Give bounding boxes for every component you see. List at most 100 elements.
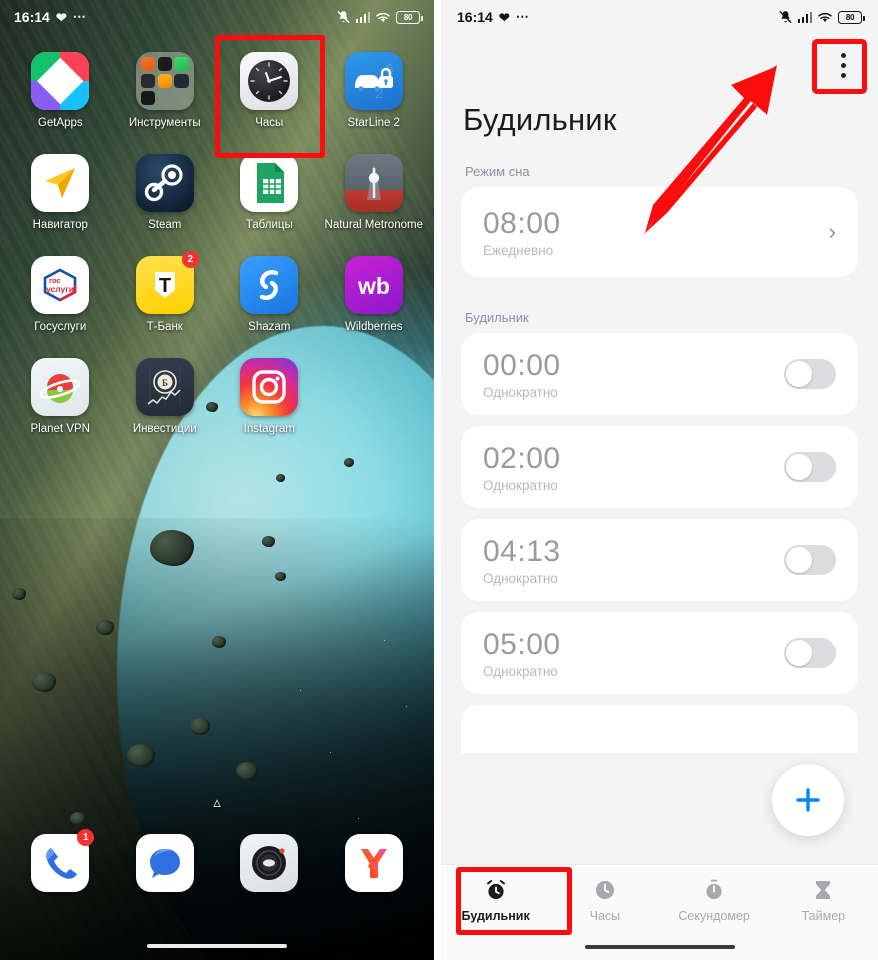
app-label: Steam bbox=[148, 219, 182, 231]
app-label: Shazam bbox=[248, 321, 291, 333]
alarm-repeat: Однократно bbox=[483, 384, 558, 400]
app-navigator[interactable]: Навигатор bbox=[8, 146, 113, 232]
alarm-toggle[interactable] bbox=[784, 545, 836, 575]
ellipsis-icon: ⋯ bbox=[72, 9, 87, 24]
add-alarm-button[interactable] bbox=[772, 764, 844, 836]
app-label: Natural Metronome bbox=[324, 219, 423, 231]
battery-level: 80 bbox=[845, 12, 855, 22]
cellular-signal-icon bbox=[355, 11, 370, 23]
dock-yandex[interactable] bbox=[322, 826, 427, 892]
cellular-signal-icon bbox=[797, 11, 812, 23]
app-label: GetApps bbox=[37, 117, 83, 129]
messages-icon bbox=[135, 834, 194, 892]
app-planet-vpn[interactable]: Planet VPN bbox=[8, 350, 113, 436]
notification-badge: 2 bbox=[181, 251, 199, 268]
alarm-row[interactable]: 04:13 Однократно bbox=[461, 519, 858, 601]
chevron-up-icon[interactable]: ▵ bbox=[0, 793, 434, 811]
dock-camera[interactable] bbox=[217, 826, 322, 892]
alarm-repeat: Однократно bbox=[483, 477, 558, 493]
chevron-right-icon[interactable]: › bbox=[829, 221, 836, 243]
app-instagram[interactable]: Instagram bbox=[217, 350, 322, 436]
alarm-toggle[interactable] bbox=[784, 452, 836, 482]
bell-muted-icon bbox=[778, 10, 793, 24]
svg-text:Б: Б bbox=[162, 378, 168, 388]
alarm-repeat: Однократно bbox=[483, 663, 558, 679]
alarm-toggle[interactable] bbox=[784, 359, 836, 389]
navigator-icon bbox=[31, 154, 90, 212]
starline-icon: 6 2 bbox=[344, 52, 403, 110]
app-wildberries[interactable]: wb Wildberries bbox=[322, 248, 427, 334]
ellipsis-icon: ⋯ bbox=[515, 9, 530, 24]
notification-badge: 1 bbox=[77, 829, 95, 846]
status-time: 16:14 bbox=[14, 9, 50, 25]
hourglass-icon bbox=[811, 877, 835, 903]
alarm-time: 08:00 bbox=[483, 206, 561, 240]
heart-icon: ❤ bbox=[55, 9, 67, 25]
alarm-toggle[interactable] bbox=[784, 638, 836, 668]
alarm-row-partial[interactable] bbox=[461, 705, 858, 753]
app-row: гос услуги Госуслуги T 2 Т-Банк Shazam w… bbox=[8, 248, 426, 334]
app-tbank[interactable]: T 2 Т-Банк bbox=[113, 248, 218, 334]
battery-level: 80 bbox=[403, 12, 413, 22]
alarm-app-screen: 16:14 ❤ ⋯ 80 Будильник Режим сна 08:00 Е… bbox=[441, 0, 878, 960]
dock: 1 bbox=[0, 826, 434, 892]
yandex-browser-icon bbox=[344, 834, 403, 892]
app-label: StarLine 2 bbox=[347, 117, 400, 129]
app-shazam[interactable]: Shazam bbox=[217, 248, 322, 334]
app-steam[interactable]: Steam bbox=[113, 146, 218, 232]
alarm-row[interactable]: 05:00 Однократно bbox=[461, 612, 858, 694]
app-label: Planet VPN bbox=[30, 423, 90, 435]
google-sheets-icon bbox=[240, 154, 299, 212]
alarm-status-bar: 16:14 ❤ ⋯ 80 bbox=[441, 0, 878, 34]
nav-label: Таймер bbox=[801, 909, 846, 923]
app-label: Госуслуги bbox=[34, 321, 87, 333]
home-indicator[interactable] bbox=[147, 944, 287, 948]
shazam-icon bbox=[240, 256, 299, 314]
app-getapps[interactable]: GetApps bbox=[8, 44, 113, 130]
wifi-icon bbox=[817, 11, 833, 23]
app-folder-tools[interactable]: Инструменты bbox=[113, 44, 218, 130]
stopwatch-icon bbox=[702, 877, 726, 903]
app-label: Instagram bbox=[243, 423, 295, 435]
app-row: Planet VPN Б Инвестиции Instagram bbox=[8, 350, 426, 436]
app-investments[interactable]: Б Инвестиции bbox=[113, 350, 218, 436]
home-indicator[interactable] bbox=[584, 944, 735, 949]
svg-text:wb: wb bbox=[357, 273, 390, 299]
alarm-repeat: Однократно bbox=[483, 570, 558, 586]
investments-icon: Б bbox=[135, 358, 194, 416]
svg-text:T: T bbox=[159, 275, 171, 297]
panel-divider bbox=[434, 0, 441, 960]
app-starline[interactable]: 6 2 StarLine 2 bbox=[322, 44, 427, 130]
alarm-row[interactable]: 02:00 Однократно bbox=[461, 426, 858, 508]
clock-face-icon bbox=[593, 877, 617, 903]
app-metronome[interactable]: Natural Metronome bbox=[322, 146, 427, 232]
app-sheets[interactable]: Таблицы bbox=[217, 146, 322, 232]
dock-phone[interactable]: 1 bbox=[8, 826, 113, 892]
annotation-arrow bbox=[643, 65, 777, 235]
home-screen: 16:14 ❤ ⋯ 80 GetApps Инструменты Часы 6 … bbox=[0, 0, 434, 960]
getapps-icon bbox=[31, 52, 90, 110]
bell-muted-icon bbox=[336, 10, 351, 24]
app-empty-slot bbox=[322, 350, 427, 436]
section-label-alarms: Будильник bbox=[465, 310, 529, 325]
app-label: Wildberries bbox=[344, 321, 403, 333]
nav-tab-timer[interactable]: Таймер bbox=[769, 877, 878, 923]
wildberries-icon: wb bbox=[344, 256, 403, 314]
nav-label: Часы bbox=[589, 909, 621, 923]
battery-icon: 80 bbox=[396, 10, 423, 24]
battery-icon: 80 bbox=[838, 10, 865, 24]
alarm-time: 04:13 bbox=[483, 534, 561, 568]
nav-label: Секундомер bbox=[678, 909, 750, 923]
highlight-overflow-menu bbox=[812, 39, 867, 94]
alarm-row[interactable]: 00:00 Однократно bbox=[461, 333, 858, 415]
dock-messages[interactable] bbox=[113, 826, 218, 892]
app-gosuslugi[interactable]: гос услуги Госуслуги bbox=[8, 248, 113, 334]
app-label: Инвестиции bbox=[132, 423, 197, 435]
gosuslugi-icon: гос услуги bbox=[31, 256, 90, 314]
wifi-icon bbox=[375, 11, 391, 23]
planet-vpn-icon bbox=[31, 358, 90, 416]
nav-tab-stopwatch[interactable]: Секундомер bbox=[660, 877, 769, 923]
app-label: Инструменты bbox=[128, 117, 201, 129]
highlight-alarm-tab bbox=[456, 867, 572, 935]
svg-text:услуги: услуги bbox=[46, 284, 74, 294]
